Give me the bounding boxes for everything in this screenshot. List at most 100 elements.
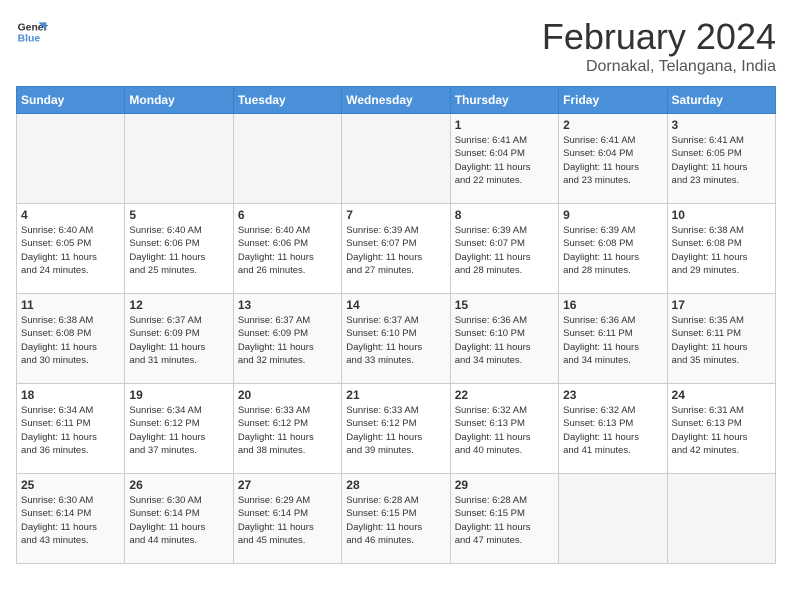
calendar-title: February 2024 [542,16,776,58]
calendar-week-row: 4 Sunrise: 6:40 AM Sunset: 6:05 PM Daylig… [17,204,776,294]
day-info: Sunrise: 6:38 AM Sunset: 6:08 PM Dayligh… [672,224,771,277]
header-wednesday: Wednesday [342,87,450,114]
day-info: Sunrise: 6:36 AM Sunset: 6:11 PM Dayligh… [563,314,662,367]
table-row: 13 Sunrise: 6:37 AM Sunset: 6:09 PM Dayli… [233,294,341,384]
day-info: Sunrise: 6:35 AM Sunset: 6:11 PM Dayligh… [672,314,771,367]
day-number: 4 [21,208,120,222]
day-number: 9 [563,208,662,222]
day-info: Sunrise: 6:30 AM Sunset: 6:14 PM Dayligh… [129,494,228,547]
day-number: 29 [455,478,554,492]
day-info: Sunrise: 6:32 AM Sunset: 6:13 PM Dayligh… [563,404,662,457]
day-number: 24 [672,388,771,402]
day-number: 19 [129,388,228,402]
day-info: Sunrise: 6:41 AM Sunset: 6:05 PM Dayligh… [672,134,771,187]
header-tuesday: Tuesday [233,87,341,114]
day-info: Sunrise: 6:40 AM Sunset: 6:06 PM Dayligh… [238,224,337,277]
day-number: 1 [455,118,554,132]
day-info: Sunrise: 6:28 AM Sunset: 6:15 PM Dayligh… [346,494,445,547]
day-info: Sunrise: 6:34 AM Sunset: 6:11 PM Dayligh… [21,404,120,457]
day-number: 15 [455,298,554,312]
table-row: 3 Sunrise: 6:41 AM Sunset: 6:05 PM Daylig… [667,114,775,204]
table-row: 16 Sunrise: 6:36 AM Sunset: 6:11 PM Dayli… [559,294,667,384]
header-monday: Monday [125,87,233,114]
table-row [233,114,341,204]
day-info: Sunrise: 6:39 AM Sunset: 6:08 PM Dayligh… [563,224,662,277]
table-row: 24 Sunrise: 6:31 AM Sunset: 6:13 PM Dayli… [667,384,775,474]
day-number: 13 [238,298,337,312]
svg-text:Blue: Blue [18,34,41,45]
table-row: 15 Sunrise: 6:36 AM Sunset: 6:10 PM Dayli… [450,294,558,384]
day-info: Sunrise: 6:40 AM Sunset: 6:06 PM Dayligh… [129,224,228,277]
day-number: 6 [238,208,337,222]
day-number: 17 [672,298,771,312]
calendar-week-row: 11 Sunrise: 6:38 AM Sunset: 6:08 PM Dayli… [17,294,776,384]
calendar-subtitle: Dornakal, Telangana, India [542,58,776,76]
table-row: 11 Sunrise: 6:38 AM Sunset: 6:08 PM Dayli… [17,294,125,384]
table-row: 14 Sunrise: 6:37 AM Sunset: 6:10 PM Dayli… [342,294,450,384]
day-number: 27 [238,478,337,492]
day-info: Sunrise: 6:30 AM Sunset: 6:14 PM Dayligh… [21,494,120,547]
table-row: 22Sunrise: 6:32 AM Sunset: 6:13 PM Dayli… [450,384,558,474]
table-row: 27 Sunrise: 6:29 AM Sunset: 6:14 PM Dayli… [233,474,341,564]
table-row: 28 Sunrise: 6:28 AM Sunset: 6:15 PM Dayli… [342,474,450,564]
day-number: 11 [21,298,120,312]
day-number: 10 [672,208,771,222]
day-info: Sunrise: 6:28 AM Sunset: 6:15 PM Dayligh… [455,494,554,547]
table-row: 6 Sunrise: 6:40 AM Sunset: 6:06 PM Daylig… [233,204,341,294]
table-row: 29 Sunrise: 6:28 AM Sunset: 6:15 PM Dayli… [450,474,558,564]
day-info: Sunrise: 6:32 AM Sunset: 6:13 PM Dayligh… [455,404,554,457]
table-row: 25 Sunrise: 6:30 AM Sunset: 6:14 PM Dayli… [17,474,125,564]
day-info: Sunrise: 6:33 AM Sunset: 6:12 PM Dayligh… [346,404,445,457]
day-number: 7 [346,208,445,222]
day-info: Sunrise: 6:33 AM Sunset: 6:12 PM Dayligh… [238,404,337,457]
day-number: 16 [563,298,662,312]
calendar-table: Sunday Monday Tuesday Wednesday Thursday… [16,86,776,564]
day-number: 21 [346,388,445,402]
table-row: 20 Sunrise: 6:33 AM Sunset: 6:12 PM Dayli… [233,384,341,474]
table-row: 9 Sunrise: 6:39 AM Sunset: 6:08 PM Daylig… [559,204,667,294]
table-row [667,474,775,564]
calendar-week-row: 25 Sunrise: 6:30 AM Sunset: 6:14 PM Dayli… [17,474,776,564]
day-number: 14 [346,298,445,312]
calendar-header-row: Sunday Monday Tuesday Wednesday Thursday… [17,87,776,114]
day-info: Sunrise: 6:37 AM Sunset: 6:10 PM Dayligh… [346,314,445,367]
day-number: 3 [672,118,771,132]
table-row: 2Sunrise: 6:41 AM Sunset: 6:04 PM Daylig… [559,114,667,204]
header-thursday: Thursday [450,87,558,114]
table-row: 5 Sunrise: 6:40 AM Sunset: 6:06 PM Daylig… [125,204,233,294]
header-sunday: Sunday [17,87,125,114]
table-row: 21 Sunrise: 6:33 AM Sunset: 6:12 PM Dayli… [342,384,450,474]
day-info: Sunrise: 6:29 AM Sunset: 6:14 PM Dayligh… [238,494,337,547]
day-info: Sunrise: 6:38 AM Sunset: 6:08 PM Dayligh… [21,314,120,367]
day-number: 18 [21,388,120,402]
day-info: Sunrise: 6:41 AM Sunset: 6:04 PM Dayligh… [455,134,554,187]
day-number: 25 [21,478,120,492]
day-info: Sunrise: 6:37 AM Sunset: 6:09 PM Dayligh… [238,314,337,367]
calendar-week-row: 18 Sunrise: 6:34 AM Sunset: 6:11 PM Dayli… [17,384,776,474]
day-number: 5 [129,208,228,222]
table-row [342,114,450,204]
day-info: Sunrise: 6:40 AM Sunset: 6:05 PM Dayligh… [21,224,120,277]
day-number: 2 [563,118,662,132]
day-number: 8 [455,208,554,222]
table-row [125,114,233,204]
day-number: 23 [563,388,662,402]
day-number: 20 [238,388,337,402]
day-number: 28 [346,478,445,492]
table-row: 8Sunrise: 6:39 AM Sunset: 6:07 PM Daylig… [450,204,558,294]
table-row: 19 Sunrise: 6:34 AM Sunset: 6:12 PM Dayli… [125,384,233,474]
table-row: 1 Sunrise: 6:41 AM Sunset: 6:04 PM Daylig… [450,114,558,204]
header-saturday: Saturday [667,87,775,114]
calendar-week-row: 1 Sunrise: 6:41 AM Sunset: 6:04 PM Daylig… [17,114,776,204]
table-row: 18 Sunrise: 6:34 AM Sunset: 6:11 PM Dayli… [17,384,125,474]
table-row: 7 Sunrise: 6:39 AM Sunset: 6:07 PM Daylig… [342,204,450,294]
day-info: Sunrise: 6:34 AM Sunset: 6:12 PM Dayligh… [129,404,228,457]
day-info: Sunrise: 6:31 AM Sunset: 6:13 PM Dayligh… [672,404,771,457]
table-row: 10 Sunrise: 6:38 AM Sunset: 6:08 PM Dayli… [667,204,775,294]
table-row: 26Sunrise: 6:30 AM Sunset: 6:14 PM Dayli… [125,474,233,564]
table-row [559,474,667,564]
table-row: 23 Sunrise: 6:32 AM Sunset: 6:13 PM Dayli… [559,384,667,474]
day-info: Sunrise: 6:39 AM Sunset: 6:07 PM Dayligh… [346,224,445,277]
day-info: Sunrise: 6:36 AM Sunset: 6:10 PM Dayligh… [455,314,554,367]
table-row: 12Sunrise: 6:37 AM Sunset: 6:09 PM Dayli… [125,294,233,384]
